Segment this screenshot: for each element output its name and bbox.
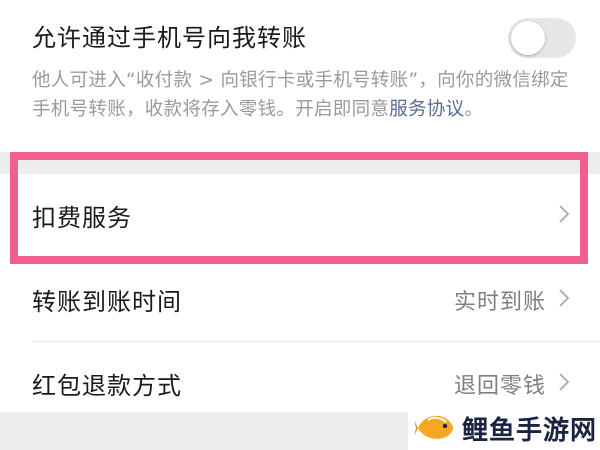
fish-logo-icon	[414, 415, 453, 439]
chevron-right-icon	[559, 205, 570, 223]
settings-item-value: 退回零钱	[453, 374, 546, 399]
settings-item-value: 实时到账	[453, 290, 546, 315]
transfer-by-phone-row: 允许通过手机号向我转账	[0, 0, 600, 70]
transfer-by-phone-label: 允许通过手机号向我转账	[32, 24, 307, 52]
settings-item-label: 扣费服务	[32, 204, 132, 232]
settings-item-label: 转账到账时间	[32, 288, 182, 316]
settings-item-deduction-service[interactable]: 扣费服务	[0, 174, 600, 254]
chevron-right-icon	[559, 373, 570, 391]
watermark: 鲤鱼手游网	[408, 402, 600, 450]
toggle-knob	[511, 21, 545, 55]
transfer-by-phone-toggle[interactable]	[508, 18, 576, 58]
settings-item-label: 红包退款方式	[32, 372, 182, 400]
description-period: 。	[464, 99, 484, 120]
section-gap-inner	[18, 160, 580, 174]
transfer-description: 他人可进入“收付款 > 向银行卡或手机号转账”，向你的微信绑定手机号转账，收款将…	[32, 66, 577, 124]
transfer-description-text: 他人可进入“收付款 > 向银行卡或手机号转账”，向你的微信绑定手机号转账，收款将…	[32, 70, 569, 120]
settings-item-transfer-time[interactable]: 转账到账时间 实时到账	[0, 258, 600, 338]
chevron-right-icon	[559, 289, 570, 307]
watermark-text: 鲤鱼手游网	[462, 416, 598, 446]
service-agreement-link[interactable]: 服务协议	[389, 99, 464, 120]
